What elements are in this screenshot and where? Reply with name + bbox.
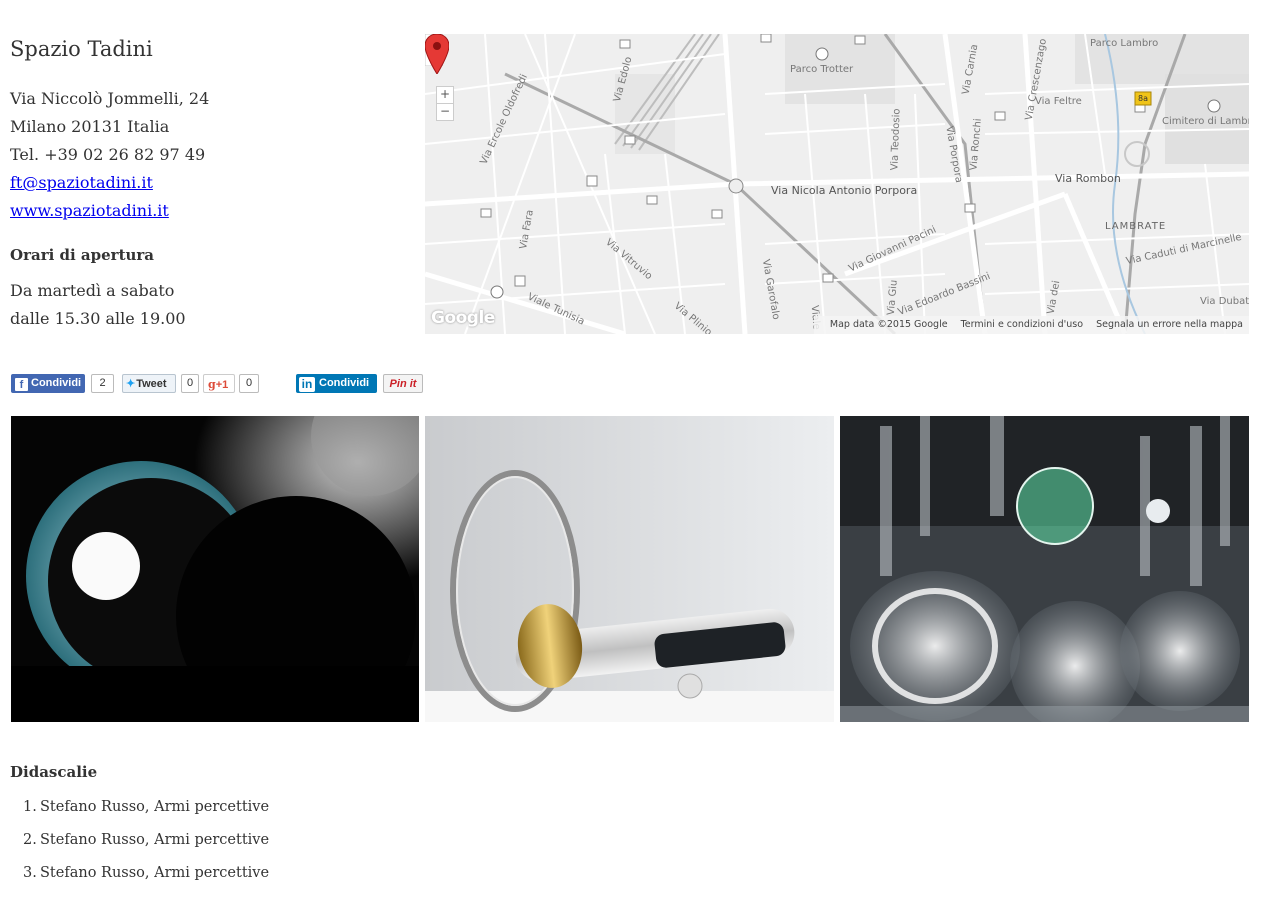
gallery-image-1[interactable] <box>11 416 419 722</box>
map-label-cimitero: Cimitero di Lambr <box>1162 116 1249 127</box>
captions-list: 1. Stefano Russo, Armi percettive 2. Ste… <box>23 797 270 896</box>
map-report-error-link[interactable]: Segnala un errore nella mappa <box>1096 319 1243 330</box>
map-label-via-teodosio: Via Teodosio <box>889 108 903 171</box>
map-label-lambrate: LAMBRATE <box>1105 221 1167 232</box>
map-label-parco-lambro: Parco Lambro <box>1090 38 1159 49</box>
map-label-parco-trotter: Parco Trotter <box>790 64 854 75</box>
facebook-icon: f <box>15 378 28 391</box>
google-plus-count: 0 <box>239 374 259 393</box>
caption-number: 1. <box>23 799 37 815</box>
opening-hours-days: Da martedì a sabato <box>10 281 175 300</box>
map-label-via-rombon: Via Rombon <box>1055 172 1121 185</box>
google-plus-icon: g <box>208 378 216 391</box>
address-line-1: Via Niccolò Jommelli, 24 <box>10 89 210 108</box>
address-line-2: Milano 20131 Italia <box>10 117 170 136</box>
caption-number: 2. <box>23 832 37 848</box>
zoom-out-button[interactable]: − <box>437 104 453 120</box>
caption-item: 1. Stefano Russo, Armi percettive <box>23 797 270 830</box>
captions-heading: Didascalie <box>10 763 98 781</box>
facebook-share-button[interactable]: f Condividi <box>11 374 85 393</box>
website-link[interactable]: www.spaziotadini.it <box>10 201 169 220</box>
google-plus-label: +1 <box>215 379 229 391</box>
map-label-via-feltre: Via Feltre <box>1035 96 1082 107</box>
map-terms-link[interactable]: Termini e condizioni d'uso <box>961 319 1083 330</box>
zoom-in-button[interactable]: + <box>437 87 453 104</box>
location-map[interactable]: Parco Lambro Parco Trotter Cimitero di L… <box>425 34 1249 334</box>
map-label-via-dubat: Via Dubat <box>1200 296 1249 307</box>
twitter-bird-icon: ✦ <box>126 378 136 390</box>
linkedin-icon: in <box>299 377 315 392</box>
facebook-share-label: Condividi <box>31 377 82 389</box>
google-plus-button[interactable]: g+1 <box>203 374 235 393</box>
pinterest-pin-button[interactable]: Pin it <box>383 374 423 393</box>
phone-number: Tel. +39 02 26 82 97 49 <box>10 145 206 164</box>
email-link[interactable]: ft@spaziotadini.it <box>10 173 153 192</box>
caption-text: Stefano Russo, Armi percettive <box>40 832 270 848</box>
tweet-count: 0 <box>181 374 199 393</box>
linkedin-share-label: Condividi <box>319 377 370 389</box>
caption-item: 3. Stefano Russo, Armi percettive <box>23 863 270 896</box>
gallery-image-2-art <box>425 416 834 722</box>
map-data-attribution: Map data ©2015 Google <box>829 319 948 330</box>
gallery-image-3[interactable] <box>840 416 1249 722</box>
opening-hours-times: dalle 15.30 alle 19.00 <box>10 309 186 328</box>
gallery-image-3-art <box>840 416 1249 722</box>
map-footer: Map data ©2015 Google Termini e condizio… <box>813 316 1249 334</box>
map-label-via-porpora: Via Nicola Antonio Porpora <box>771 184 918 197</box>
gallery-image-2[interactable] <box>425 416 834 722</box>
map-zoom-control: + − <box>436 86 454 121</box>
caption-number: 3. <box>23 865 37 881</box>
gallery-image-1-art <box>11 416 419 722</box>
map-pin-icon[interactable] <box>425 34 449 74</box>
tweet-label: Tweet <box>136 378 167 390</box>
google-logo[interactable]: Google <box>431 308 495 328</box>
caption-text: Stefano Russo, Armi percettive <box>40 799 270 815</box>
linkedin-share-button[interactable]: in Condividi <box>296 374 377 393</box>
caption-item: 2. Stefano Russo, Armi percettive <box>23 830 270 863</box>
tweet-button[interactable]: ✦Tweet <box>122 374 176 393</box>
caption-text: Stefano Russo, Armi percettive <box>40 865 270 881</box>
opening-hours-heading: Orari di apertura <box>10 246 155 264</box>
route-badge: 8a <box>1138 94 1148 103</box>
venue-title: Spazio Tadini <box>10 37 153 61</box>
facebook-share-count: 2 <box>91 374 114 393</box>
